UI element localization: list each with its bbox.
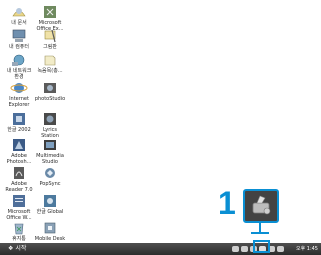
- internet-explorer-icon: [10, 83, 28, 93]
- hangul-global-icon: [44, 195, 56, 207]
- tray-icon-6[interactable]: [277, 246, 284, 252]
- recorder-icon: [44, 55, 56, 66]
- desktop-icon-hangul-global[interactable]: 한글 Global: [34, 193, 66, 216]
- icon-label: Mobile Desk: [34, 236, 66, 242]
- photo-studio-icon: [44, 83, 56, 93]
- office-word-icon: [13, 195, 25, 207]
- start-label: 시작: [15, 245, 27, 252]
- desktop-icon-recycle-bin[interactable]: 휴지통: [3, 220, 35, 243]
- my-documents-icon: [12, 8, 26, 17]
- desktop-icon-popsync[interactable]: PopSync: [34, 165, 66, 188]
- windows-logo-icon: ❖: [8, 245, 14, 252]
- desktop-icon-recorder[interactable]: 녹음목(총...: [34, 52, 66, 75]
- icon-label: Adobe Reader 7.0: [5, 181, 33, 193]
- tray-highlight-box: [253, 240, 270, 253]
- popsync-icon: [45, 168, 55, 178]
- desktop-icon-mobile-desk[interactable]: Mobile Desk: [34, 220, 66, 243]
- hangul-2002-icon: [13, 113, 25, 125]
- icon-label: Adobe Photosh...: [6, 153, 32, 165]
- step-number: 1: [218, 185, 236, 221]
- icon-label: 그림판: [43, 44, 57, 50]
- zoomed-tray-icon-callout: [243, 189, 279, 223]
- system-tray: 오후 1:45: [232, 244, 321, 254]
- tray-app-icon: [252, 195, 271, 215]
- desktop-icon-multimedia-studio[interactable]: Multimedia Studio: [34, 137, 66, 165]
- desktop-icon-lyrics-station[interactable]: Lyrics Station: [34, 111, 66, 139]
- icon-label: 휴지통: [12, 236, 26, 242]
- adobe-reader-icon: [14, 167, 24, 179]
- clock[interactable]: 오후 1:45: [296, 244, 318, 254]
- taskbar: ❖ 시작 오후 1:45: [0, 243, 321, 255]
- icon-label: Internet Explorer: [8, 96, 30, 108]
- desktop-icon-adobe-photoshop[interactable]: Adobe Photosh...: [3, 137, 35, 165]
- desktop-icon-office-word[interactable]: Microsoft Office W...: [3, 193, 35, 221]
- recycle-bin-icon: [14, 223, 24, 235]
- desktop-icon-internet-explorer[interactable]: Internet Explorer: [3, 80, 35, 108]
- desktop-icon-photo-studio[interactable]: photoStudio: [34, 80, 66, 103]
- paint-icon: [44, 29, 56, 43]
- icon-label: 녹음목(총...: [37, 68, 63, 74]
- adobe-photoshop-icon: [13, 139, 25, 151]
- icon-label: photoStudio: [34, 96, 66, 102]
- desktop-icon-hangul-2002[interactable]: 한글 2002: [3, 111, 35, 134]
- icon-label: 내 네트워크 환경: [6, 68, 32, 80]
- mobile-desk-icon: [44, 222, 56, 234]
- multimedia-studio-icon: [44, 140, 56, 150]
- tray-icon-2[interactable]: [241, 246, 248, 252]
- my-computer-icon: [12, 29, 26, 42]
- desktop-icon-network-places[interactable]: 내 네트워크 환경: [3, 52, 35, 80]
- start-button[interactable]: ❖ 시작: [4, 244, 30, 254]
- callout-connector: [251, 232, 269, 234]
- icon-label: 한글 Global: [36, 209, 64, 215]
- desktop-icon-my-documents[interactable]: 내 문서: [3, 4, 35, 27]
- icon-label: 내 컴퓨터: [9, 44, 29, 50]
- tray-icon-1[interactable]: [232, 246, 239, 252]
- icon-label: 내 문서: [11, 20, 27, 26]
- desktop-icon-adobe-reader[interactable]: Adobe Reader 7.0: [3, 165, 35, 193]
- icon-label: PopSync: [39, 181, 61, 187]
- icon-label: Multimedia Studio: [36, 153, 64, 165]
- desktop-icon-my-computer[interactable]: 내 컴퓨터: [3, 28, 35, 51]
- office-excel-icon: [44, 6, 56, 18]
- lyrics-station-icon: [44, 113, 56, 125]
- desktop-icon-paint[interactable]: 그림판: [34, 28, 66, 51]
- icon-label: 한글 2002: [7, 127, 31, 133]
- network-places-icon: [12, 54, 25, 66]
- desktop: 내 문서 내 컴퓨터 내 네트워크 환경 Internet Explorer 한…: [0, 0, 321, 255]
